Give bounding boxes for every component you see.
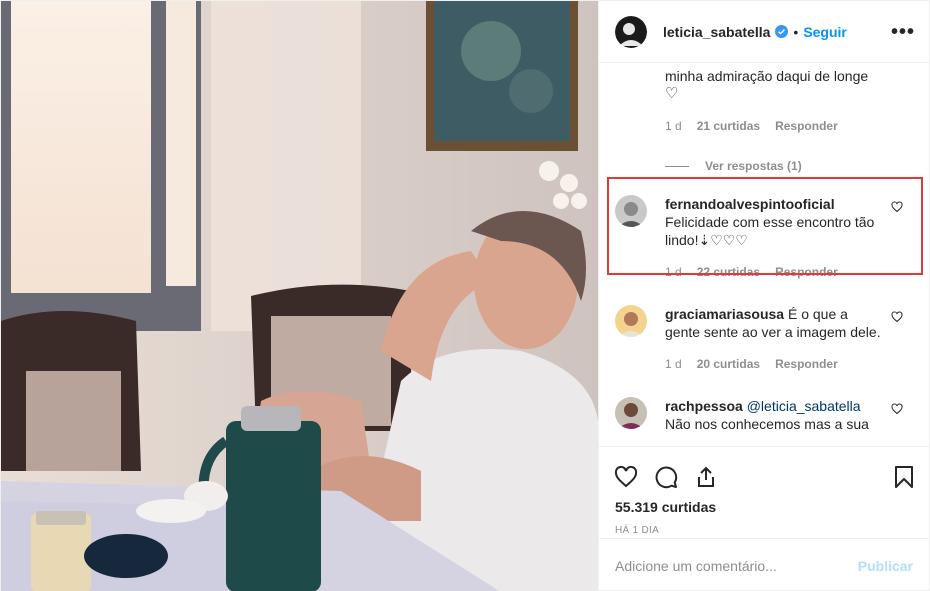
commenter-avatar[interactable] — [615, 195, 647, 227]
post-photo[interactable] — [1, 1, 598, 591]
follow-button[interactable]: Seguir — [803, 24, 847, 40]
like-comment-heart-icon[interactable] — [891, 201, 903, 213]
comment-meta: 1 d 22 curtidas Responder — [665, 263, 885, 281]
comment-likes[interactable]: 22 curtidas — [697, 263, 760, 281]
reply-button[interactable]: Responder — [775, 355, 838, 373]
comment-time[interactable]: 1 d — [665, 117, 682, 135]
comment-time[interactable]: 1 d — [665, 263, 682, 281]
verified-badge-icon — [775, 25, 789, 38]
comment-username[interactable]: graciamariasousa — [665, 306, 784, 322]
like-comment-heart-icon[interactable] — [891, 403, 903, 415]
comment-likes[interactable]: 20 curtidas — [697, 355, 760, 373]
comment-username[interactable]: fernandoalvespintooficial — [665, 196, 835, 212]
post-header: leticia_sabatella • Seguir ••• — [599, 1, 929, 63]
comment-item: rachpessoa @leticia_sabatella Não nos co… — [599, 397, 929, 433]
action-icons — [599, 447, 929, 497]
comment-item: fernandoalvespintooficial Felicidade com… — [599, 195, 929, 281]
author-avatar[interactable] — [615, 15, 647, 48]
view-replies-label[interactable]: Ver respostas (1) — [705, 159, 802, 173]
comment-meta: 1 d 21 curtidas Responder — [665, 117, 885, 135]
comment-text: Não nos conhecemos mas a sua — [665, 416, 869, 432]
add-comment-bar: Publicar — [599, 538, 929, 591]
like-heart-icon[interactable] — [613, 465, 639, 489]
comment-meta: 1 d 20 curtidas Responder — [665, 355, 885, 373]
comment-likes[interactable]: 21 curtidas — [697, 117, 760, 135]
more-options-icon[interactable]: ••• — [891, 22, 915, 42]
reply-button[interactable]: Responder — [775, 117, 838, 135]
post-actions: 55.319 curtidas HÁ 1 DIA Publicar — [599, 446, 929, 591]
likes-count[interactable]: 55.319 curtidas — [599, 499, 929, 515]
post-modal: leticia_sabatella • Seguir ••• minha adm… — [0, 0, 930, 591]
author-username[interactable]: leticia_sabatella — [663, 24, 770, 40]
comments-list[interactable]: minha admiração daqui de longe ♡ 1 d 21 … — [599, 63, 929, 446]
comment-icon[interactable] — [653, 465, 679, 489]
comment-mention[interactable]: @leticia_sabatella — [747, 398, 861, 414]
share-icon[interactable] — [693, 465, 719, 489]
publish-button[interactable]: Publicar — [858, 558, 913, 574]
comment-text: Felicidade com esse encontro tão lindo! — [665, 214, 875, 248]
commenter-avatar[interactable] — [615, 397, 647, 429]
commenter-avatar[interactable] — [615, 305, 647, 337]
comment-emoji: ⇣♡♡♡ — [698, 232, 748, 248]
comment-time[interactable]: 1 d — [665, 355, 682, 373]
comment-item: graciamariasousa É o que a gente sente a… — [599, 305, 929, 373]
replies-line — [665, 165, 689, 167]
save-bookmark-icon[interactable] — [893, 465, 915, 489]
like-comment-heart-icon[interactable] — [891, 311, 903, 323]
view-replies-button[interactable]: Ver respostas (1) — [665, 159, 929, 173]
comment-emoji: ♡ — [665, 85, 679, 102]
post-date[interactable]: HÁ 1 DIA — [599, 525, 929, 536]
reply-button[interactable]: Responder — [775, 263, 838, 281]
comment-username[interactable]: rachpessoa — [665, 398, 743, 414]
photo-illustration — [1, 1, 598, 591]
separator-dot: • — [793, 23, 799, 40]
comment-item: minha admiração daqui de longe ♡ 1 d 21 … — [599, 67, 929, 135]
comments-panel: leticia_sabatella • Seguir ••• minha adm… — [598, 1, 929, 591]
comment-input[interactable] — [615, 557, 858, 574]
comment-text: minha admiração daqui de longe — [665, 68, 869, 84]
